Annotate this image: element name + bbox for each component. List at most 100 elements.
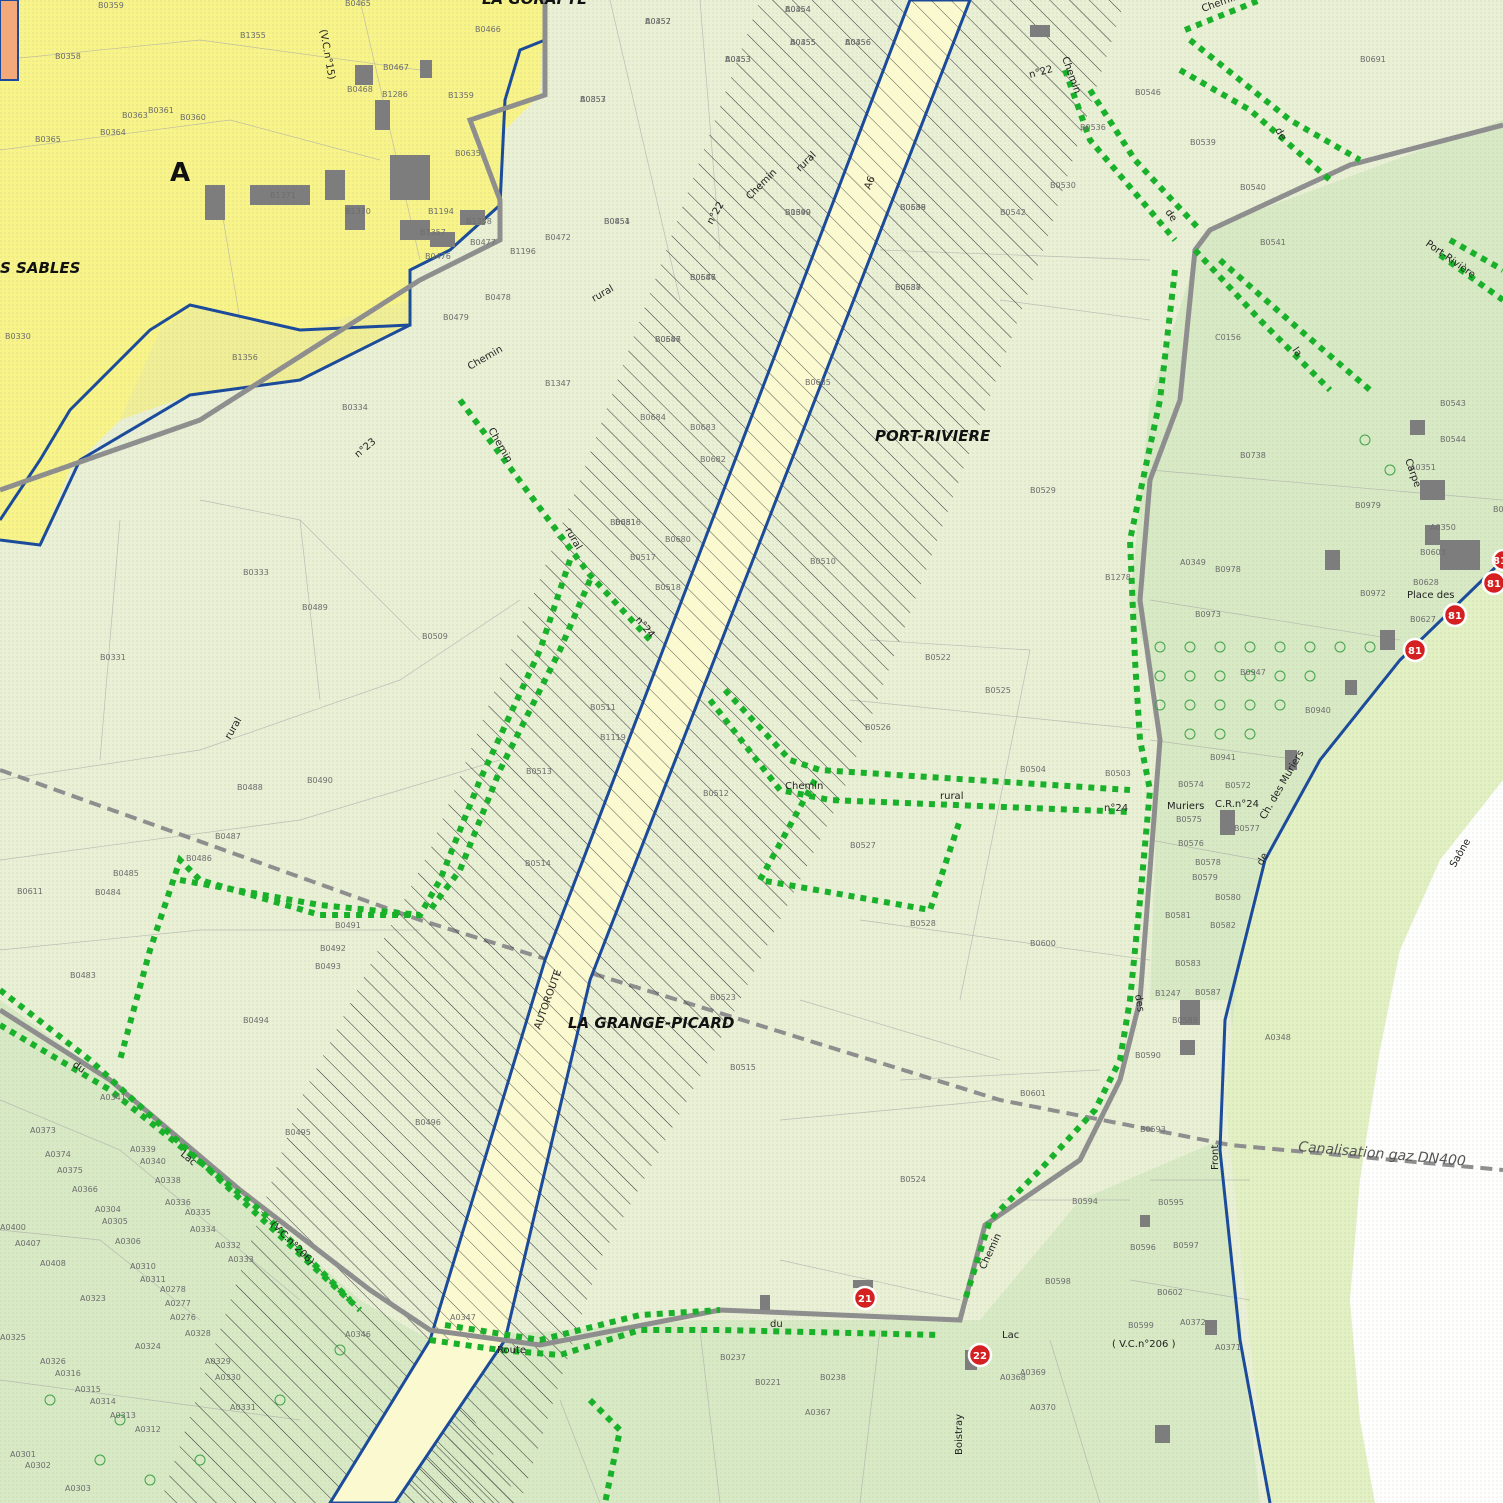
- parcel-label: A0276: [170, 1313, 196, 1322]
- parcel-label: B0547: [690, 273, 716, 282]
- parcel-label: B0492: [320, 944, 346, 953]
- parcel-label: A0328: [185, 1329, 211, 1338]
- parcel-label: B0682: [700, 455, 726, 464]
- parcel-label: B0628: [1413, 578, 1439, 587]
- parcel-label: A0316: [55, 1369, 81, 1378]
- badge-label: 22: [973, 1351, 987, 1362]
- parcel-label: B0540: [1240, 183, 1266, 192]
- parcel-label: B0487: [215, 832, 241, 841]
- parcel-label: A0277: [165, 1299, 191, 1308]
- road-label-chemin-24: Chemin: [785, 781, 823, 792]
- parcel-label: B0486: [186, 854, 212, 863]
- badge-label: 81: [1408, 646, 1422, 657]
- parcel-label: A0355: [790, 38, 816, 47]
- parcel-label: B0525: [985, 686, 1011, 695]
- parcel-label: B0483: [70, 971, 96, 980]
- parcel-label: B0510: [810, 557, 836, 566]
- parcel-label: A0335: [185, 1208, 211, 1217]
- parcel-label: A0370: [1030, 1403, 1056, 1412]
- badge-label: 21: [858, 1294, 872, 1305]
- locality-les-sables: S SABLES: [0, 259, 80, 277]
- badge-21[interactable]: 21: [852, 1285, 878, 1311]
- parcel-label: A0332: [215, 1241, 241, 1250]
- parcel-label: B0544: [1440, 435, 1466, 444]
- badge-81[interactable]: 81: [1491, 548, 1503, 572]
- parcel-label: B0545: [1493, 505, 1503, 514]
- parcel-label: B1247: [1155, 989, 1181, 998]
- parcel-label: B0579: [1192, 873, 1218, 882]
- parcel-label: A0330: [215, 1373, 241, 1382]
- parcel-label: A0314: [90, 1397, 116, 1406]
- parcel-label: B0237: [720, 1353, 746, 1362]
- parcel-label: B0491: [335, 921, 361, 930]
- parcel-label: B1371: [270, 191, 296, 200]
- parcel-label: B0947: [1240, 668, 1266, 677]
- parcel-label: A0366: [72, 1185, 98, 1194]
- parcel-label: B0593: [1140, 1125, 1166, 1134]
- parcel-label: B0572: [1225, 781, 1251, 790]
- parcel-label: B0684: [640, 413, 666, 422]
- parcel-label: B0940: [1305, 706, 1331, 715]
- parcel-label: B0524: [900, 1175, 926, 1184]
- parcel-label: B1358: [466, 217, 492, 226]
- parcel-label: B0360: [180, 113, 206, 122]
- parcel-label: A0278: [160, 1285, 186, 1294]
- parcel-label: B0515: [730, 1063, 756, 1072]
- parcel-label: B1194: [428, 207, 454, 216]
- parcel-label: B1286: [382, 90, 408, 99]
- parcel-label: B0597: [1173, 1241, 1199, 1250]
- parcel-label: B0611: [17, 887, 43, 896]
- parcel-label: B0603: [1420, 548, 1446, 557]
- parcel-label: B0529: [1030, 486, 1056, 495]
- parcel-label: B0527: [850, 841, 876, 850]
- parcel-label: A0304: [95, 1205, 121, 1214]
- parcel-label: A0310: [130, 1262, 156, 1271]
- parcel-label: A0341: [100, 1093, 126, 1102]
- road-label-place: Place des: [1407, 590, 1454, 601]
- parcel-label: B0330: [5, 332, 31, 341]
- parcel-label: A0338: [155, 1176, 181, 1185]
- parcel-label: A0303: [65, 1484, 91, 1493]
- badge-81[interactable]: 81: [1442, 602, 1468, 628]
- parcel-label: A0346: [345, 1330, 371, 1339]
- parcel-label: B0238: [820, 1373, 846, 1382]
- zone-letter-a: A: [170, 158, 190, 188]
- parcel-label: B0489: [302, 603, 328, 612]
- road-label-cr24: C.R.n°24: [1215, 799, 1259, 810]
- parcel-label: A0369: [1020, 1368, 1046, 1377]
- parcel-label: B0526: [865, 723, 891, 732]
- parcel-label: B0574: [1178, 780, 1204, 789]
- locality-la-grange-picard: LA GRANGE-PICARD: [568, 1014, 734, 1032]
- parcel-label: B0546: [1135, 88, 1161, 97]
- parcel-label: B0477: [470, 238, 496, 247]
- parcel-label: A0323: [80, 1294, 106, 1303]
- parcel-label: A0353: [725, 55, 751, 64]
- parcel-label: B0479: [443, 313, 469, 322]
- parcel-label: B0517: [630, 553, 656, 562]
- parcel-label: C0156: [1215, 333, 1241, 342]
- parcel-label: B0468: [347, 85, 373, 94]
- pink-zone-fragment: [0, 0, 19, 81]
- road-label-n24: n°24: [1104, 803, 1128, 814]
- parcel-label: B1359: [448, 91, 474, 100]
- parcel-label: B0541: [1260, 238, 1286, 247]
- parcel-label: B0509: [422, 632, 448, 641]
- parcel-label: B0493: [315, 962, 341, 971]
- parcel-label: B0627: [1410, 615, 1436, 624]
- parcel-label: B0595: [1158, 1198, 1184, 1207]
- parcel-label: B0583: [1175, 959, 1201, 968]
- badge-81[interactable]: 81: [1402, 637, 1428, 663]
- badge-22[interactable]: 22: [967, 1342, 993, 1368]
- parcel-label: B0543: [1440, 399, 1466, 408]
- parcel-label: B0536: [1080, 123, 1106, 132]
- parcel-label: B1349: [785, 208, 811, 217]
- parcel-label: B1357: [420, 228, 446, 237]
- parcel-label: A0350: [1430, 523, 1456, 532]
- parcel-label: A0311: [140, 1275, 166, 1284]
- parcel-label: B0358: [55, 52, 81, 61]
- parcel-label: B0467: [383, 63, 409, 72]
- parcel-label: B1355: [240, 31, 266, 40]
- badge-81[interactable]: 81: [1481, 570, 1503, 596]
- parcel-label: A0356: [845, 38, 871, 47]
- parcel-label: B0578: [1195, 858, 1221, 867]
